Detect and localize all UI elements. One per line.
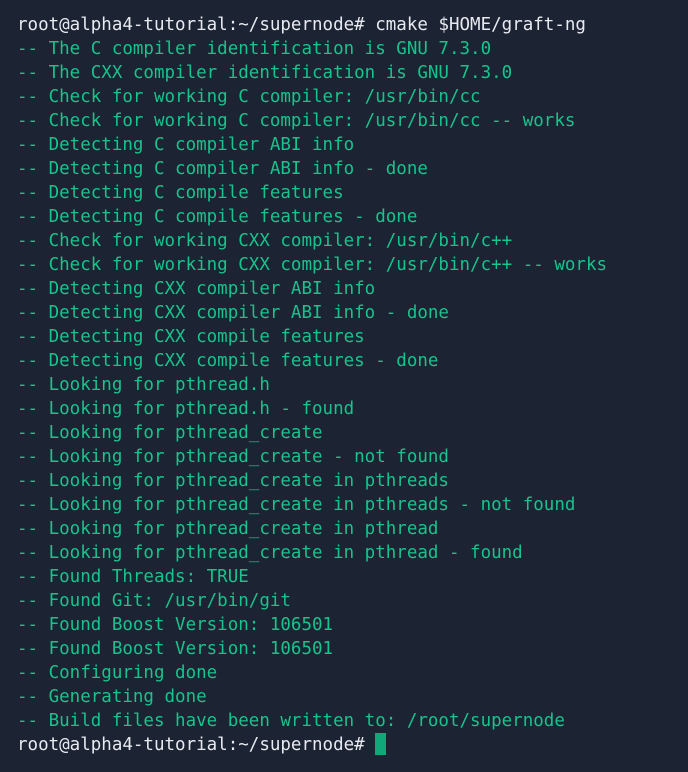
output-line: -- Found Boost Version: 106501 [17, 639, 334, 659]
command-output: -- The C compiler identification is GNU … [17, 37, 688, 733]
shell-prompt: root@alpha4-tutorial:~/supernode# [17, 15, 365, 35]
output-line: -- Looking for pthread_create in pthread… [17, 543, 523, 563]
output-line: -- Build files have been written to: /ro… [17, 711, 565, 731]
output-line: -- Generating done [17, 687, 207, 707]
output-line: -- Detecting C compile features - done [17, 207, 418, 227]
shell-prompt-active: root@alpha4-tutorial:~/supernode# [17, 735, 365, 755]
output-line: -- Looking for pthread_create in pthread… [17, 471, 449, 491]
active-prompt-line[interactable]: root@alpha4-tutorial:~/supernode# [17, 733, 688, 757]
text-cursor[interactable] [374, 733, 386, 755]
output-line: -- Detecting CXX compile features - done [17, 351, 439, 371]
output-line: -- The C compiler identification is GNU … [17, 39, 492, 59]
command-text: cmake $HOME/graft-ng [375, 15, 586, 35]
output-line: -- Detecting C compile features [17, 183, 344, 203]
output-line: -- Detecting C compiler ABI info - done [17, 159, 428, 179]
output-line: -- Detecting C compiler ABI info [17, 135, 355, 155]
output-line: -- Found Git: /usr/bin/git [17, 591, 291, 611]
output-line: -- The CXX compiler identification is GN… [17, 63, 513, 83]
output-line: -- Detecting CXX compile features [17, 327, 365, 347]
output-line: -- Configuring done [17, 663, 218, 683]
output-line: -- Looking for pthread.h [17, 375, 270, 395]
output-line: -- Detecting CXX compiler ABI info [17, 279, 376, 299]
output-line: -- Found Boost Version: 106501 [17, 615, 334, 635]
output-line: -- Check for working CXX compiler: /usr/… [17, 231, 513, 251]
output-line: -- Check for working C compiler: /usr/bi… [17, 111, 576, 131]
output-line: -- Looking for pthread_create [17, 423, 323, 443]
output-line: -- Looking for pthread_create - not foun… [17, 447, 449, 467]
output-line: -- Looking for pthread.h - found [17, 399, 355, 419]
output-line: -- Check for working C compiler: /usr/bi… [17, 87, 481, 107]
output-line: -- Looking for pthread_create in pthread [17, 519, 439, 539]
output-line: -- Found Threads: TRUE [17, 567, 249, 587]
output-line: -- Check for working CXX compiler: /usr/… [17, 255, 608, 275]
terminal-window[interactable]: root@alpha4-tutorial:~/supernode# cmake … [0, 0, 688, 772]
output-line: -- Looking for pthread_create in pthread… [17, 495, 576, 515]
command-line: root@alpha4-tutorial:~/supernode# cmake … [17, 13, 688, 37]
output-line: -- Detecting CXX compiler ABI info - don… [17, 303, 449, 323]
